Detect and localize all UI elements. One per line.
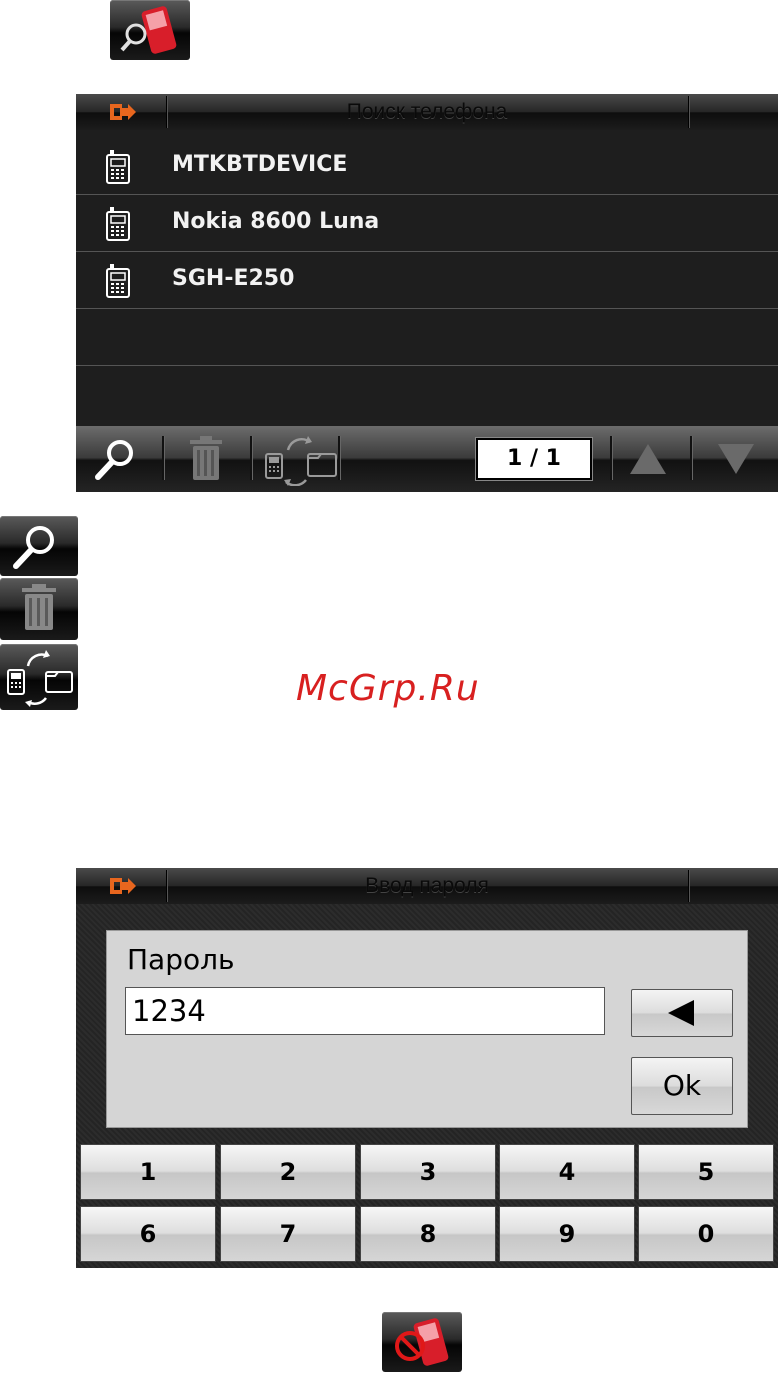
backspace-button[interactable] — [631, 989, 733, 1037]
device-name: Nokia 8600 Luna — [172, 209, 380, 234]
sync-legend-tile — [0, 644, 78, 710]
phone-search-app-icon[interactable] — [110, 0, 190, 60]
trash-icon — [22, 584, 56, 630]
screen-title: Ввод пароля — [365, 874, 489, 897]
key-1[interactable]: 1 — [80, 1144, 216, 1200]
mobile-phone-icon — [106, 207, 130, 241]
search-legend-tile — [0, 516, 78, 576]
page-indicator: 1 / 1 — [476, 438, 592, 480]
key-7[interactable]: 7 — [220, 1206, 356, 1262]
device-list-item[interactable]: Nokia 8600 Luna — [76, 195, 778, 252]
key-2[interactable]: 2 — [220, 1144, 356, 1200]
password-label: Пароль — [127, 943, 235, 976]
left-arrow-icon — [668, 1000, 694, 1026]
device-list-item[interactable]: MTKBTDEVICE — [76, 138, 778, 195]
mobile-phone-icon — [106, 264, 130, 298]
device-name: SGH-E250 — [172, 266, 295, 291]
title-bar: Поиск телефона — [76, 94, 778, 130]
key-8[interactable]: 8 — [360, 1206, 496, 1262]
key-9[interactable]: 9 — [499, 1206, 635, 1262]
phone-sync-icon — [7, 650, 73, 707]
phone-search-icon — [120, 6, 177, 54]
mobile-phone-icon — [106, 150, 130, 184]
watermark: McGrp.Ru — [296, 668, 480, 709]
bottom-toolbar: 1 / 1 — [76, 426, 778, 492]
key-4[interactable]: 4 — [499, 1144, 635, 1200]
phone-sync-button[interactable] — [262, 432, 340, 486]
page-down-button[interactable] — [716, 442, 756, 476]
device-name: MTKBTDEVICE — [172, 152, 348, 177]
empty-list-item[interactable] — [76, 309, 778, 366]
key-5[interactable]: 5 — [638, 1144, 774, 1200]
password-input[interactable]: 1234 — [125, 987, 605, 1035]
search-button[interactable] — [92, 436, 140, 482]
search-icon — [13, 526, 54, 569]
phone-disconnect-app-icon[interactable] — [382, 1312, 462, 1372]
title-bar: Ввод пароля — [76, 868, 778, 904]
phone-disconnect-icon — [395, 1318, 449, 1366]
delete-button[interactable] — [184, 436, 228, 482]
key-3[interactable]: 3 — [360, 1144, 496, 1200]
ok-button[interactable]: Ok — [631, 1057, 733, 1115]
page-up-button[interactable] — [628, 442, 668, 476]
device-list-item[interactable]: SGH-E250 — [76, 252, 778, 309]
password-panel: Пароль 1234 Ok — [106, 930, 748, 1128]
key-0[interactable]: 0 — [638, 1206, 774, 1262]
screen-title: Поиск телефона — [346, 100, 508, 123]
empty-list-item — [76, 366, 778, 422]
key-6[interactable]: 6 — [80, 1206, 216, 1262]
phone-search-screen: Поиск телефона MTKBTDEVICE Nokia 8600 Lu… — [76, 94, 778, 492]
password-entry-screen: Ввод пароля Пароль 1234 Ok 1 2 3 4 5 6 7… — [76, 868, 778, 1268]
delete-legend-tile — [0, 578, 78, 640]
